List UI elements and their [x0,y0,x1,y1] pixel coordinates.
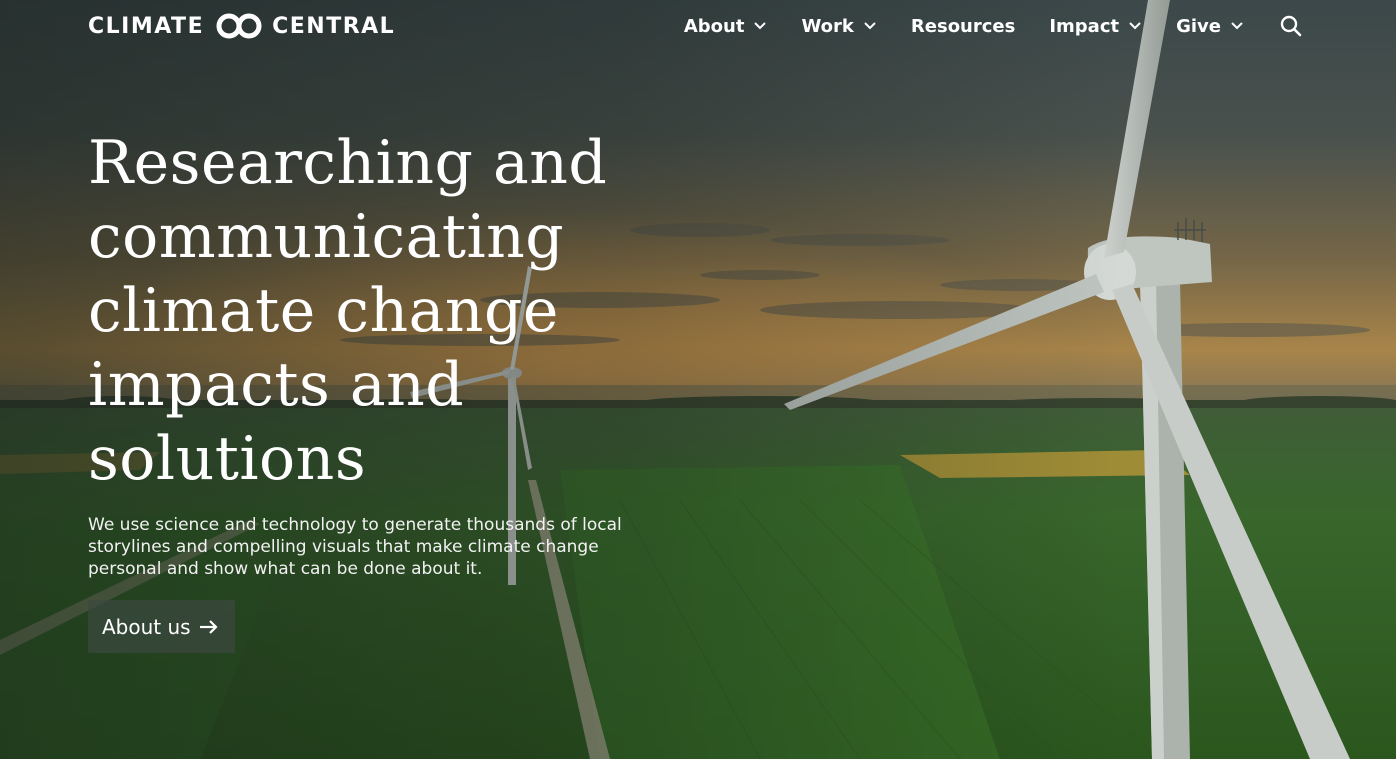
nav-item-work[interactable]: Work [801,16,876,37]
headline-line: Researching and [88,128,608,198]
chevron-down-icon [754,22,767,30]
nav-item-label: Impact [1049,15,1120,37]
headline-line: solutions [88,424,367,494]
about-us-button-label: About us [102,614,191,639]
nav-item-impact[interactable]: Impact [1049,16,1142,37]
logo-text-central: CENTRAL [272,13,396,39]
chevron-down-icon [1231,22,1243,30]
headline-line: impacts and [88,350,465,420]
nav-item-label: Give [1176,15,1221,37]
site-header: CLIMATE CENTRAL About Work Resources Imp… [0,0,1396,54]
site-logo[interactable]: CLIMATE CENTRAL [88,12,395,40]
arrow-right-icon [199,619,218,634]
nav-item-give[interactable]: Give [1176,16,1244,37]
interlocking-circles-icon [216,13,262,39]
nav-item-about[interactable]: About [684,16,768,37]
nav-item-label: Work [801,15,854,37]
headline-line: climate change [88,276,559,346]
chevron-down-icon [1129,22,1141,30]
logo-text-climate: CLIMATE [88,13,205,39]
hero-headline: Researching and communicating climate ch… [88,126,648,496]
hero-description: We use science and technology to generat… [88,515,622,579]
search-icon[interactable] [1280,15,1302,37]
nav-item-label: About [683,15,745,37]
hero-section: CLIMATE CENTRAL About Work Resources Imp… [0,0,1396,759]
main-nav: About Work Resources Impact Give [684,12,1302,40]
headline-line: communicating [88,202,565,272]
chevron-down-icon [864,22,876,30]
nav-item-label: Resources [910,15,1016,37]
about-us-button[interactable]: About us [88,600,235,653]
nav-item-resources[interactable]: Resources [911,16,1015,37]
